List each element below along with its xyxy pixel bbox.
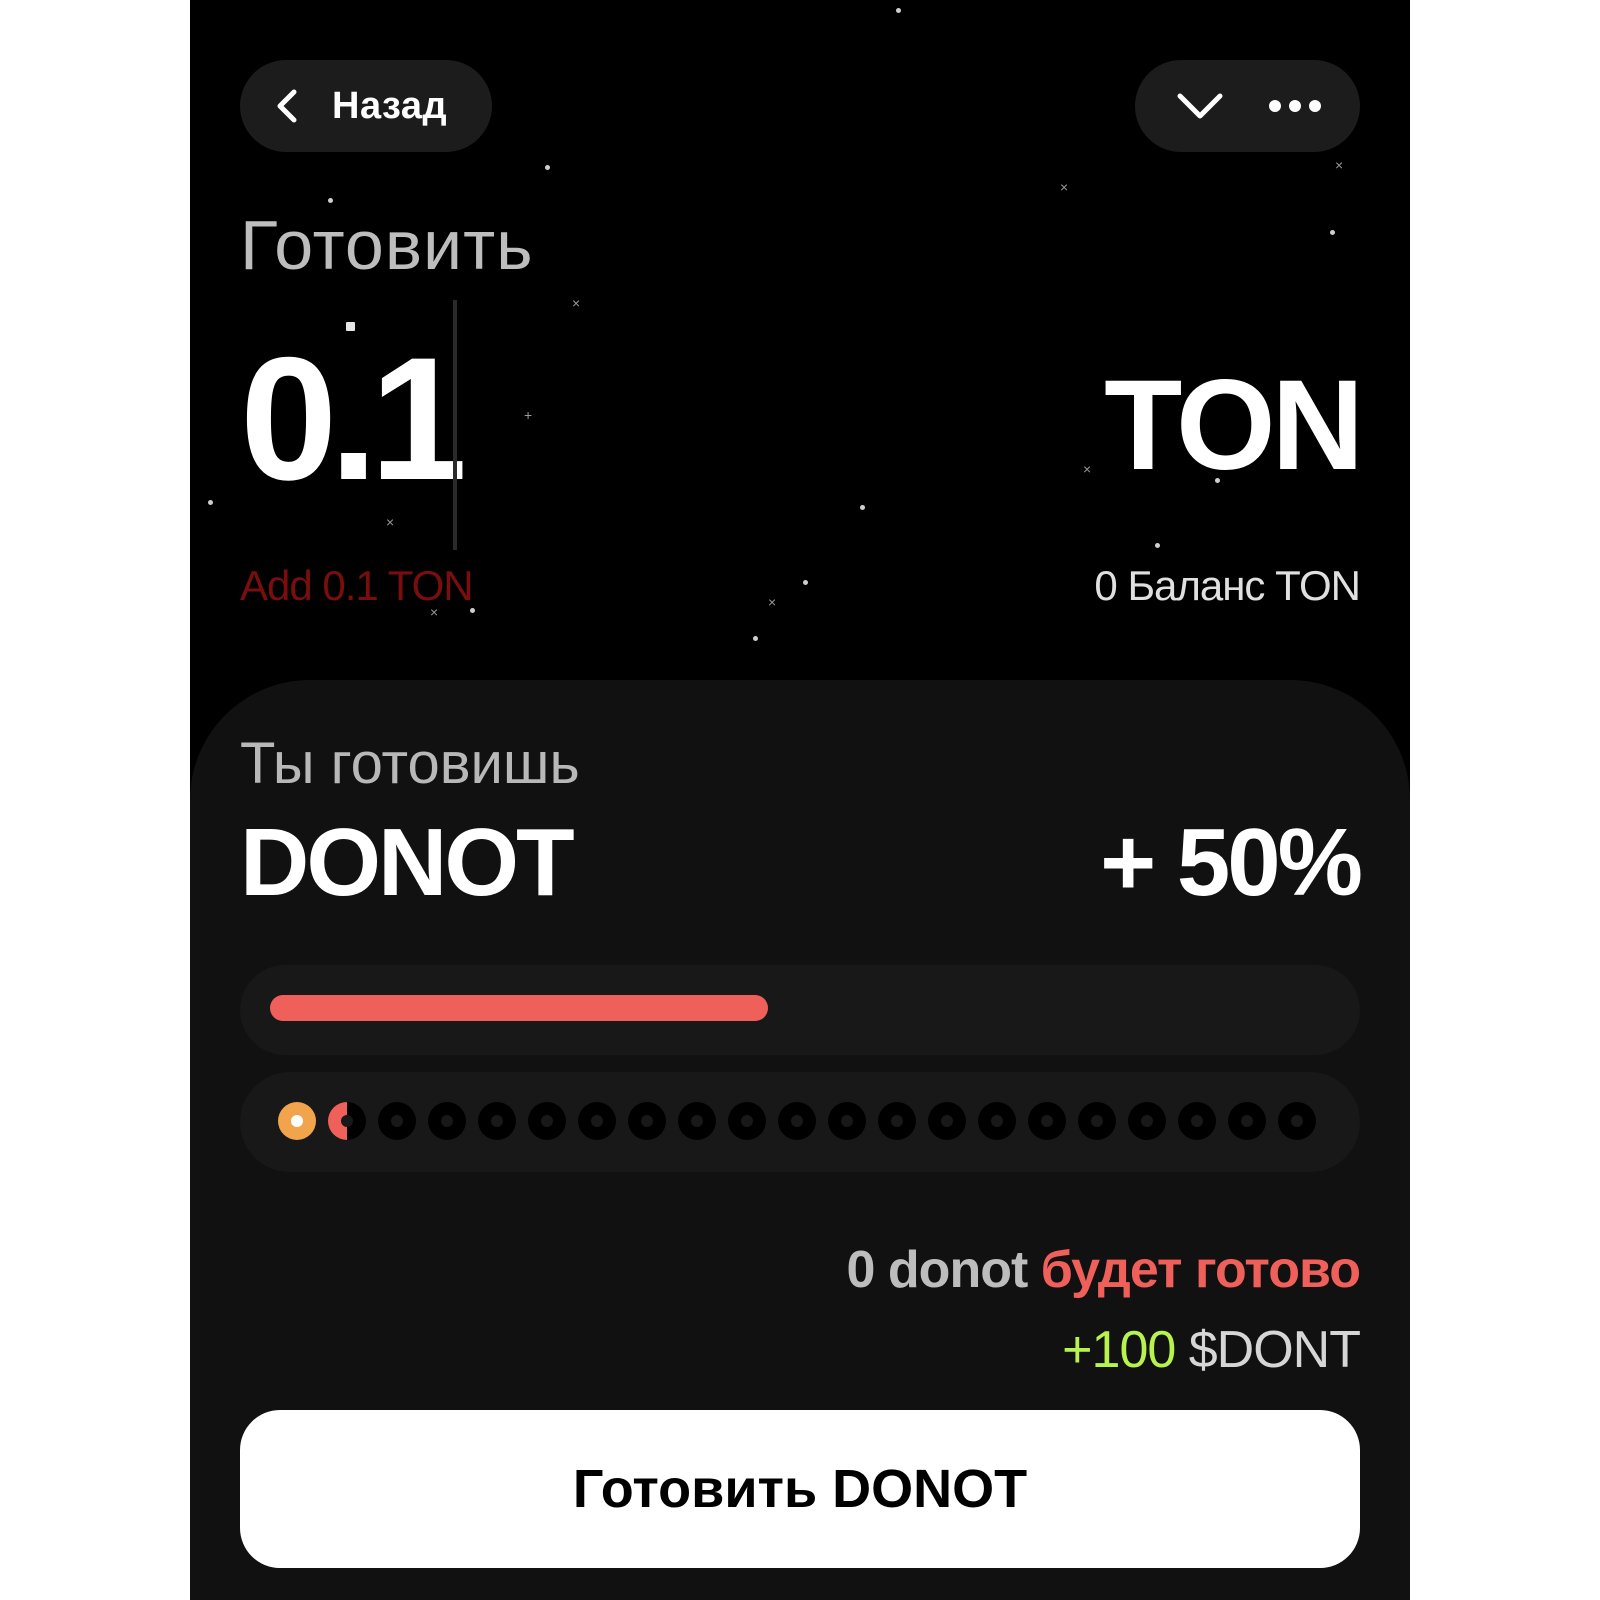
chevron-left-icon bbox=[277, 89, 297, 123]
star: × bbox=[1335, 157, 1344, 173]
donut-icon bbox=[978, 1102, 1016, 1140]
section-title: Готовить bbox=[240, 206, 534, 284]
star bbox=[545, 165, 550, 170]
ready-status: 0 donot будет готово bbox=[846, 1240, 1361, 1300]
donut-icon bbox=[928, 1102, 966, 1140]
star bbox=[328, 198, 333, 203]
star: × bbox=[386, 514, 395, 530]
app-screen: × × × + × × × × Назад Готовить 0.1 TON A… bbox=[190, 0, 1410, 1600]
more-horizontal-icon bbox=[1268, 100, 1321, 112]
sheet-subtitle: Ты готовишь bbox=[240, 731, 580, 796]
progress-bar-fill bbox=[270, 995, 768, 1021]
bonus-percent: + 50% bbox=[1100, 809, 1363, 916]
star: × bbox=[1060, 179, 1069, 195]
chevron-down-icon bbox=[1177, 93, 1223, 119]
star bbox=[1155, 543, 1160, 548]
star: + bbox=[524, 407, 533, 423]
amount-input[interactable]: 0.1 bbox=[240, 332, 467, 507]
more-button[interactable] bbox=[1263, 74, 1327, 138]
star bbox=[860, 505, 865, 510]
donut-icon bbox=[1128, 1102, 1166, 1140]
donut-icon bbox=[1228, 1102, 1266, 1140]
donut-icon bbox=[278, 1102, 316, 1140]
back-button-label: Назад bbox=[332, 84, 448, 127]
donut-icon bbox=[378, 1102, 416, 1140]
progress-bar bbox=[240, 965, 1360, 1055]
collapse-button[interactable] bbox=[1168, 74, 1232, 138]
ready-text: будет готово bbox=[1040, 1241, 1361, 1299]
donut-icon bbox=[678, 1102, 716, 1140]
donut-tracker bbox=[240, 1072, 1360, 1172]
donut-icon bbox=[528, 1102, 566, 1140]
star: × bbox=[1083, 461, 1092, 477]
donut-icon bbox=[628, 1102, 666, 1140]
star: × bbox=[572, 295, 581, 311]
donut-icon bbox=[878, 1102, 916, 1140]
reward-amount: +100 bbox=[1062, 1321, 1176, 1379]
header-actions bbox=[1135, 60, 1360, 152]
star bbox=[803, 580, 808, 585]
donut-icon bbox=[1028, 1102, 1066, 1140]
reward-token: $DONT bbox=[1188, 1321, 1361, 1379]
cook-donot-button[interactable]: Готовить DONOT bbox=[240, 1410, 1360, 1568]
balance-label: 0 Баланс TON bbox=[1094, 562, 1361, 609]
donut-icon bbox=[1078, 1102, 1116, 1140]
star: × bbox=[768, 594, 777, 610]
star bbox=[1330, 230, 1335, 235]
donut-icon bbox=[1278, 1102, 1316, 1140]
donut-icon bbox=[728, 1102, 766, 1140]
donut-icon bbox=[1178, 1102, 1216, 1140]
amount-hint: Add 0.1 TON bbox=[240, 562, 474, 609]
input-caret bbox=[453, 300, 457, 550]
currency-label: TON bbox=[1104, 354, 1364, 497]
star bbox=[753, 636, 758, 641]
ready-count: 0 donot bbox=[846, 1241, 1029, 1299]
back-button[interactable]: Назад bbox=[240, 60, 492, 152]
donut-icon bbox=[328, 1102, 366, 1140]
donut-icon bbox=[478, 1102, 516, 1140]
donut-icon bbox=[828, 1102, 866, 1140]
coin-name: DONOT bbox=[240, 809, 575, 916]
star bbox=[208, 500, 213, 505]
donut-row bbox=[278, 1102, 1316, 1140]
reward-status: +100 $DONT bbox=[1062, 1320, 1361, 1380]
star bbox=[896, 8, 901, 13]
donut-icon bbox=[578, 1102, 616, 1140]
donut-icon bbox=[778, 1102, 816, 1140]
donut-icon bbox=[428, 1102, 466, 1140]
